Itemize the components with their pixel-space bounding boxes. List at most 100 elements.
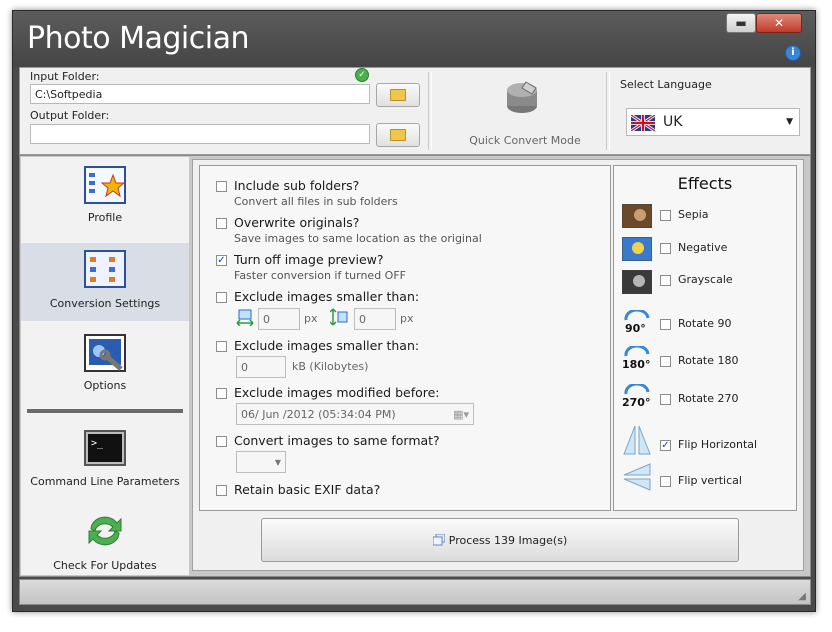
include-subfolders-checkbox[interactable] [216,181,227,192]
resize-grip-icon[interactable]: ◢ [798,591,806,602]
language-select[interactable]: UK ▼ [626,108,800,136]
content-area: Include sub folders? Convert all files i… [192,159,804,571]
effect-label: Rotate 270 [678,392,739,405]
svg-text:270°: 270° [622,396,650,408]
grayscale-thumb [622,270,652,294]
convert-format-checkbox[interactable] [216,436,227,447]
sidebar-item-command-line[interactable]: >_ Command Line Parameters [21,423,189,501]
exclude-date-checkbox[interactable] [216,388,227,399]
browse-input-button[interactable] [376,83,420,107]
divider [606,72,610,150]
main-panel: Profile Conversion Settings Options >_ C… [19,155,811,577]
info-icon[interactable]: i [785,45,801,61]
width-icon [236,309,254,326]
input-folder-field[interactable]: C:\Softpedia [30,84,370,104]
title-bar: Photo Magician ▬ ✕ i [13,11,815,67]
rotate-180-checkbox[interactable] [660,356,671,367]
exclude-dimensions-checkbox[interactable] [216,292,227,303]
effect-label: Flip vertical [678,474,742,487]
effect-label: Flip Horizontal [678,438,758,451]
sidebar-item-profile[interactable]: Profile [21,159,189,237]
option-title: Retain basic EXIF data? [234,482,381,497]
flip-vertical-icon [623,463,651,491]
flip-horizontal-icon [623,425,651,455]
close-button[interactable]: ✕ [756,13,802,33]
rotate-90-checkbox[interactable] [660,319,671,330]
negative-thumb [622,237,652,261]
option-title: Include sub folders? [234,178,360,193]
profile-icon [84,166,126,204]
sidebar-item-label: Command Line Parameters [30,475,180,488]
language-label: Select Language [620,78,712,91]
sidebar-item-options[interactable]: Options [21,327,189,405]
effects-panel: Effects Sepia Negative Grayscale 90° Rot… [613,165,797,511]
options-panel: Include sub folders? Convert all files i… [199,165,611,511]
folder-panel: Input Folder: ✓ C:\Softpedia Output Fold… [19,67,811,155]
effect-label: Grayscale [678,273,733,286]
refresh-icon [88,516,122,546]
option-title: Exclude images modified before: [234,385,440,400]
status-bar: ◢ [19,579,811,605]
options-icon [84,334,126,372]
app-title: Photo Magician [27,21,249,56]
folder-icon [390,129,406,141]
effect-label: Negative [678,241,728,254]
conversion-settings-icon [84,250,126,288]
quick-convert-icon[interactable] [502,80,542,116]
calendar-icon[interactable]: ▦▾ [453,404,469,426]
sidebar-item-conversion-settings[interactable]: Conversion Settings [21,243,189,321]
height-icon [330,308,348,326]
browse-output-button[interactable] [376,123,420,147]
output-folder-label: Output Folder: [30,109,110,122]
effect-label: Rotate 90 [678,317,732,330]
sidebar-divider [27,409,183,413]
option-description: Faster conversion if turned OFF [234,269,406,282]
sidebar-item-label: Options [83,379,127,392]
sidebar-item-label: Profile [87,211,123,224]
images-icon [432,534,445,546]
option-title: Convert images to same format? [234,433,440,448]
retain-exif-checkbox[interactable] [216,485,227,496]
unit-label: kB (Kilobytes) [292,360,369,373]
svg-text:90°: 90° [625,322,646,334]
unit-label: px [304,312,318,325]
minimize-button[interactable]: ▬ [726,13,756,33]
sidebar: Profile Conversion Settings Options >_ C… [21,157,189,575]
terminal-icon: >_ [84,430,126,466]
rotate-270-checkbox[interactable] [660,394,671,405]
sidebar-item-label: Conversion Settings [49,297,161,310]
effect-label: Rotate 180 [678,354,739,367]
rotate-90-icon: 90° [624,310,650,334]
min-width-input[interactable]: 0 [258,308,300,330]
sidebar-item-check-updates[interactable]: Check For Updates [21,505,189,583]
negative-checkbox[interactable] [660,243,671,254]
process-button-label: Process 139 Image(s) [448,533,568,547]
date-value: 06/ Jun /2012 (05:34:04 PM) [241,408,396,421]
quick-convert-label[interactable]: Quick Convert Mode [460,134,590,147]
sepia-checkbox[interactable] [660,210,671,221]
format-select[interactable]: ▼ [236,451,286,473]
overwrite-originals-checkbox[interactable] [216,218,227,229]
date-picker[interactable]: 06/ Jun /2012 (05:34:04 PM) ▦▾ [236,403,474,425]
chevron-down-icon: ▼ [274,458,281,467]
option-description: Save images to same location as the orig… [234,232,482,245]
input-folder-label: Input Folder: [30,70,100,83]
grayscale-checkbox[interactable] [660,275,671,286]
option-title: Turn off image preview? [234,252,384,267]
valid-check-icon: ✓ [355,68,369,82]
image-preview-checkbox[interactable]: ✓ [216,255,227,266]
rotate-270-icon: 270° [622,384,650,408]
flip-horizontal-checkbox[interactable]: ✓ [660,440,671,451]
option-title: Exclude images smaller than: [234,338,420,353]
rotate-180-icon: 180° [622,346,650,370]
process-button[interactable]: Process 139 Image(s) [261,518,739,562]
flip-vertical-checkbox[interactable] [660,476,671,487]
exclude-size-checkbox[interactable] [216,341,227,352]
min-height-input[interactable]: 0 [354,308,396,330]
language-value: UK [663,114,683,130]
min-size-input[interactable]: 0 [236,356,286,378]
svg-text:180°: 180° [622,358,650,370]
output-folder-field[interactable] [30,124,370,144]
sepia-thumb [622,204,652,228]
svg-text:>_: >_ [91,438,104,449]
